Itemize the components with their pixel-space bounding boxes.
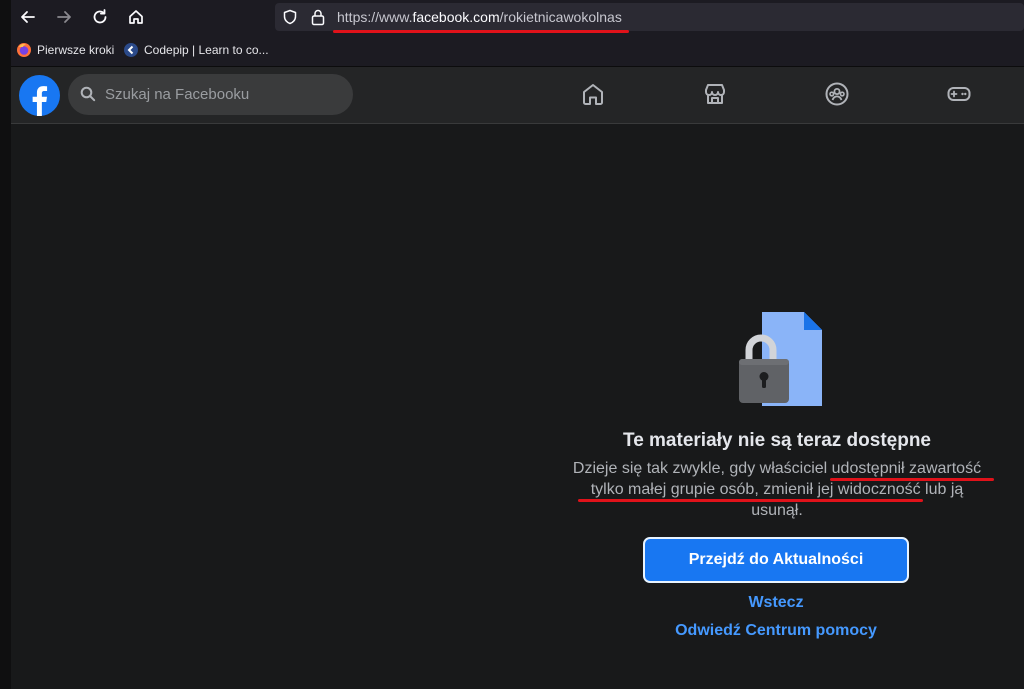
page-title: Te materiały nie są teraz dostępne: [623, 430, 931, 451]
groups-icon: [825, 82, 849, 106]
window-edge: [0, 0, 11, 689]
arrow-left-icon: [21, 11, 35, 23]
bookmark-label: Pierwsze kroki: [37, 43, 115, 57]
annotation-underline: [830, 478, 994, 481]
bookmark-label: Codepip | Learn to co...: [144, 43, 269, 57]
facebook-header: Szukaj na Facebooku: [11, 67, 1024, 124]
search-box[interactable]: Szukaj na Facebooku: [68, 74, 353, 115]
nav-gaming[interactable]: [944, 79, 974, 109]
lock-icon[interactable]: [310, 8, 326, 26]
nav-home[interactable]: [578, 79, 608, 109]
forward-button[interactable]: [51, 5, 77, 29]
gaming-icon: [947, 87, 971, 101]
browser-toolbar: https://www.facebook.com/rokietnicawokol…: [11, 0, 1024, 34]
reload-icon: [93, 9, 107, 24]
bookmark-pierwsze-kroki[interactable]: Pierwsze kroki: [16, 42, 114, 58]
screen: https://www.facebook.com/rokietnicawokol…: [0, 0, 1024, 689]
url-host: facebook.com: [412, 9, 500, 25]
bookmark-codepip[interactable]: Codepip | Learn to co...: [123, 42, 269, 58]
marketplace-icon: [705, 84, 725, 104]
arrow-right-icon: [57, 11, 71, 23]
url-text[interactable]: https://www.facebook.com/rokietnicawokol…: [337, 9, 622, 25]
codepip-icon: [124, 43, 138, 57]
back-link[interactable]: Wstecz: [717, 594, 835, 612]
search-icon: [80, 86, 96, 102]
home-icon: [583, 84, 603, 105]
bookmarks-bar: Pierwsze kroki Codepip | Learn to co...: [11, 34, 1024, 67]
reload-button[interactable]: [87, 5, 113, 29]
url-annotation-underline: [333, 30, 629, 33]
home-icon: [129, 10, 143, 24]
locked-content-icon: [739, 312, 822, 406]
go-to-news-feed-button[interactable]: Przejdź do Aktualności: [643, 537, 909, 583]
url-bar[interactable]: https://www.facebook.com/rokietnicawokol…: [275, 3, 1024, 31]
url-scheme: https://www.: [337, 9, 413, 25]
search-input[interactable]: Szukaj na Facebooku: [105, 86, 249, 103]
description-line-3: usunął.: [751, 502, 803, 519]
firefox-icon: [17, 43, 31, 57]
content-area: Te materiały nie są teraz dostępne Dziej…: [11, 124, 1024, 689]
description-line-1: Dzieje się tak zwykle, gdy właściciel ud…: [572, 460, 982, 477]
url-path: /rokietnicawokolnas: [499, 9, 622, 25]
nav-groups[interactable]: [822, 79, 852, 109]
description: Dzieje się tak zwykle, gdy właściciel ud…: [547, 458, 1007, 521]
description-line-2: tylko małej grupie osób, zmienił jej wid…: [590, 481, 964, 498]
nav-marketplace[interactable]: [700, 79, 730, 109]
help-center-link[interactable]: Odwiedź Centrum pomocy: [651, 622, 901, 640]
annotation-underline: [578, 499, 923, 502]
home-button[interactable]: [123, 5, 149, 29]
shield-icon[interactable]: [282, 9, 298, 25]
back-button[interactable]: [15, 5, 41, 29]
facebook-logo-icon[interactable]: [19, 75, 60, 116]
